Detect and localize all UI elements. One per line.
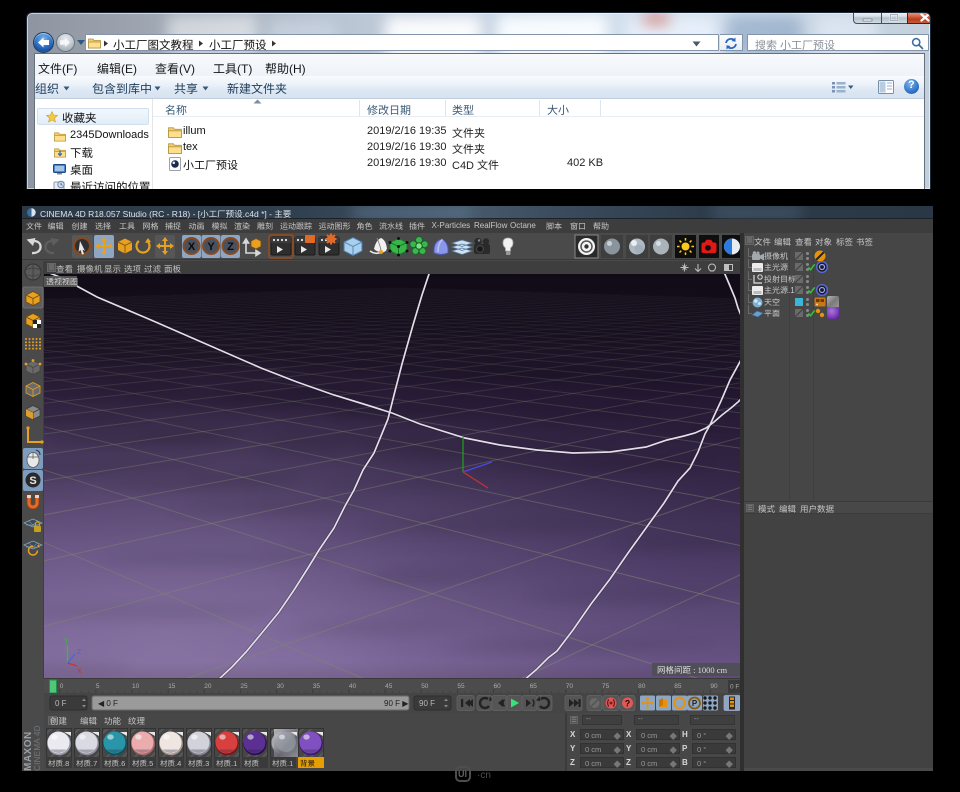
svg-text:Y: Y <box>64 638 69 645</box>
svg-text:40: 40 <box>349 683 357 690</box>
svg-text:90 F: 90 F <box>419 699 435 708</box>
svg-text:0 F: 0 F <box>55 699 67 708</box>
svg-text:10: 10 <box>132 683 140 690</box>
svg-text:60: 60 <box>494 683 502 690</box>
svg-text:?: ? <box>625 699 631 709</box>
svg-text:P: P <box>692 699 698 708</box>
svg-text:15: 15 <box>168 683 176 690</box>
svg-text:90 F ▶: 90 F ▶ <box>384 699 409 708</box>
svg-text:Z: Z <box>227 241 234 253</box>
svg-text:85: 85 <box>674 683 682 690</box>
svg-text:Y: Y <box>207 241 215 253</box>
svg-text:75: 75 <box>602 683 610 690</box>
svg-text:20: 20 <box>204 683 212 690</box>
svg-text:5: 5 <box>96 683 100 690</box>
svg-text:X: X <box>77 668 82 675</box>
svg-text:0 F: 0 F <box>730 684 739 691</box>
svg-text:网格间距 : 1000 cm: 网格间距 : 1000 cm <box>657 664 728 676</box>
svg-text:90: 90 <box>710 683 718 690</box>
svg-text:Z: Z <box>77 649 82 656</box>
svg-text:X: X <box>188 241 196 253</box>
svg-text:0: 0 <box>60 683 64 690</box>
svg-text:70: 70 <box>566 683 574 690</box>
svg-text:25: 25 <box>240 683 248 690</box>
svg-text:30: 30 <box>277 683 285 690</box>
svg-text:55: 55 <box>457 683 465 690</box>
svg-text:◀ 0 F: ◀ 0 F <box>98 699 118 708</box>
svg-text:S: S <box>29 475 36 487</box>
svg-text:65: 65 <box>530 683 538 690</box>
svg-text:80: 80 <box>638 683 646 690</box>
svg-text:45: 45 <box>385 683 393 690</box>
svg-text:50: 50 <box>421 683 429 690</box>
svg-text:透视视图: 透视视图 <box>46 277 78 288</box>
svg-text:35: 35 <box>313 683 321 690</box>
